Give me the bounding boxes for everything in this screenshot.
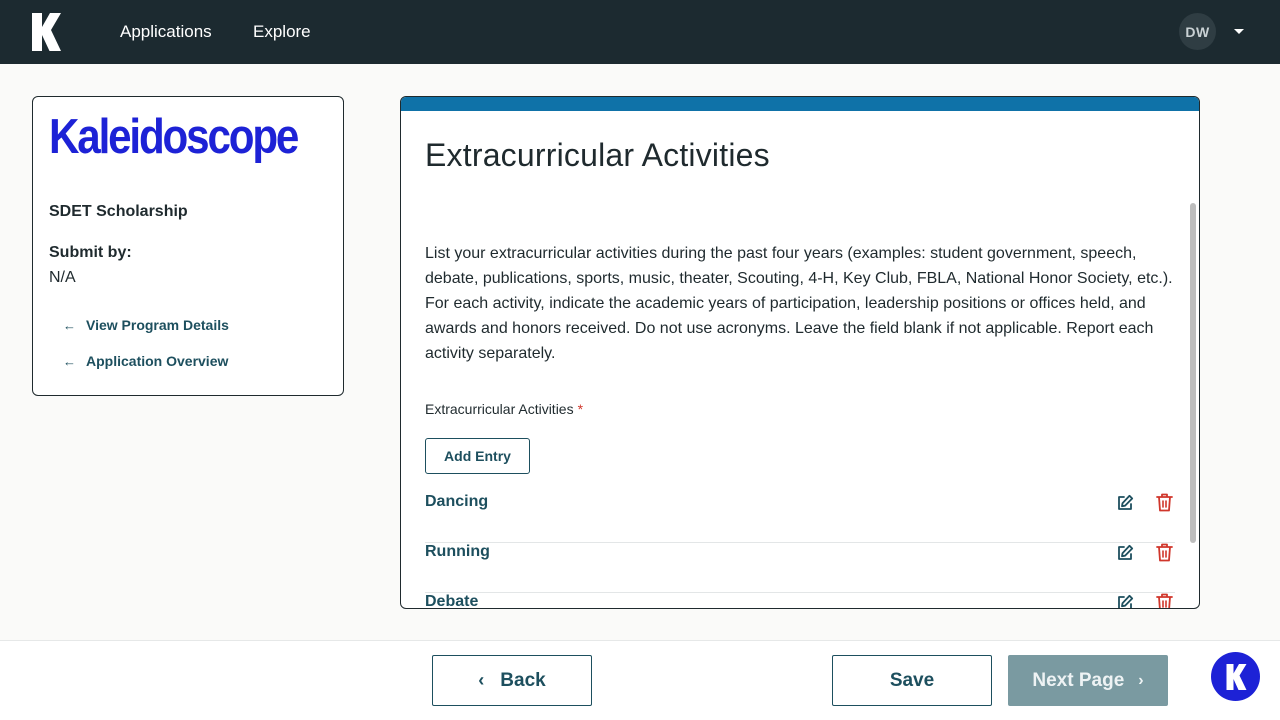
application-overview-label: Application Overview bbox=[86, 353, 229, 369]
page-title: Extracurricular Activities bbox=[425, 137, 770, 173]
add-entry-button[interactable]: Add Entry bbox=[425, 438, 530, 474]
k-logo-icon[interactable] bbox=[30, 13, 62, 51]
card-accent-bar bbox=[401, 97, 1199, 111]
edit-icon[interactable] bbox=[1116, 494, 1134, 512]
k-letter-icon bbox=[1226, 663, 1246, 690]
trash-icon[interactable] bbox=[1156, 543, 1173, 562]
question-description: List your extracurricular activities dur… bbox=[425, 245, 1173, 362]
next-page-button[interactable]: Next Page › bbox=[1008, 655, 1168, 706]
form-card: Extracurricular Activities List your ext… bbox=[400, 96, 1200, 609]
k-help-icon[interactable] bbox=[1211, 652, 1260, 701]
view-program-details-link[interactable]: ← View Program Details bbox=[63, 317, 229, 333]
program-info-card: Kaleidoscope SDET Scholarship Submit by:… bbox=[32, 96, 344, 396]
submit-by-value: N/A bbox=[49, 269, 76, 286]
save-button[interactable]: Save bbox=[832, 655, 992, 706]
chevron-right-icon: › bbox=[1138, 671, 1144, 689]
arrow-left-icon: ← bbox=[63, 353, 76, 369]
trash-icon[interactable] bbox=[1156, 493, 1173, 512]
entry-label: Debate bbox=[425, 593, 479, 609]
entry-label: Dancing bbox=[425, 493, 489, 510]
trash-icon[interactable] bbox=[1156, 593, 1173, 609]
list-item: Running bbox=[425, 543, 1175, 593]
program-name: SDET Scholarship bbox=[49, 203, 188, 220]
required-marker: * bbox=[577, 401, 584, 417]
kaleidoscope-logo: Kaleidoscope bbox=[49, 110, 299, 164]
next-page-button-label: Next Page bbox=[1032, 669, 1125, 691]
entry-label: Running bbox=[425, 543, 490, 560]
edit-icon[interactable] bbox=[1116, 594, 1134, 609]
edit-icon[interactable] bbox=[1116, 544, 1134, 562]
top-nav: Applications Explore DW bbox=[0, 0, 1280, 64]
caret-down-icon[interactable] bbox=[1234, 29, 1244, 34]
application-overview-link[interactable]: ← Application Overview bbox=[63, 353, 228, 369]
user-avatar[interactable]: DW bbox=[1179, 13, 1216, 50]
submit-by-label: Submit by: bbox=[49, 244, 132, 261]
back-button-label: Back bbox=[500, 669, 546, 691]
nav-explore-link[interactable]: Explore bbox=[253, 21, 311, 43]
view-program-details-label: View Program Details bbox=[86, 317, 229, 333]
field-label-text: Extracurricular Activities bbox=[425, 401, 574, 417]
scrollbar-thumb[interactable] bbox=[1190, 203, 1196, 543]
chevron-left-icon: ‹ bbox=[478, 670, 485, 690]
save-button-label: Save bbox=[889, 669, 935, 691]
back-button[interactable]: ‹ Back bbox=[432, 655, 592, 706]
list-item: Dancing bbox=[425, 493, 1175, 543]
nav-applications-link[interactable]: Applications bbox=[120, 21, 212, 43]
arrow-left-icon: ← bbox=[63, 317, 76, 333]
field-label: Extracurricular Activities * bbox=[425, 401, 583, 417]
list-item: Debate bbox=[425, 593, 1175, 609]
